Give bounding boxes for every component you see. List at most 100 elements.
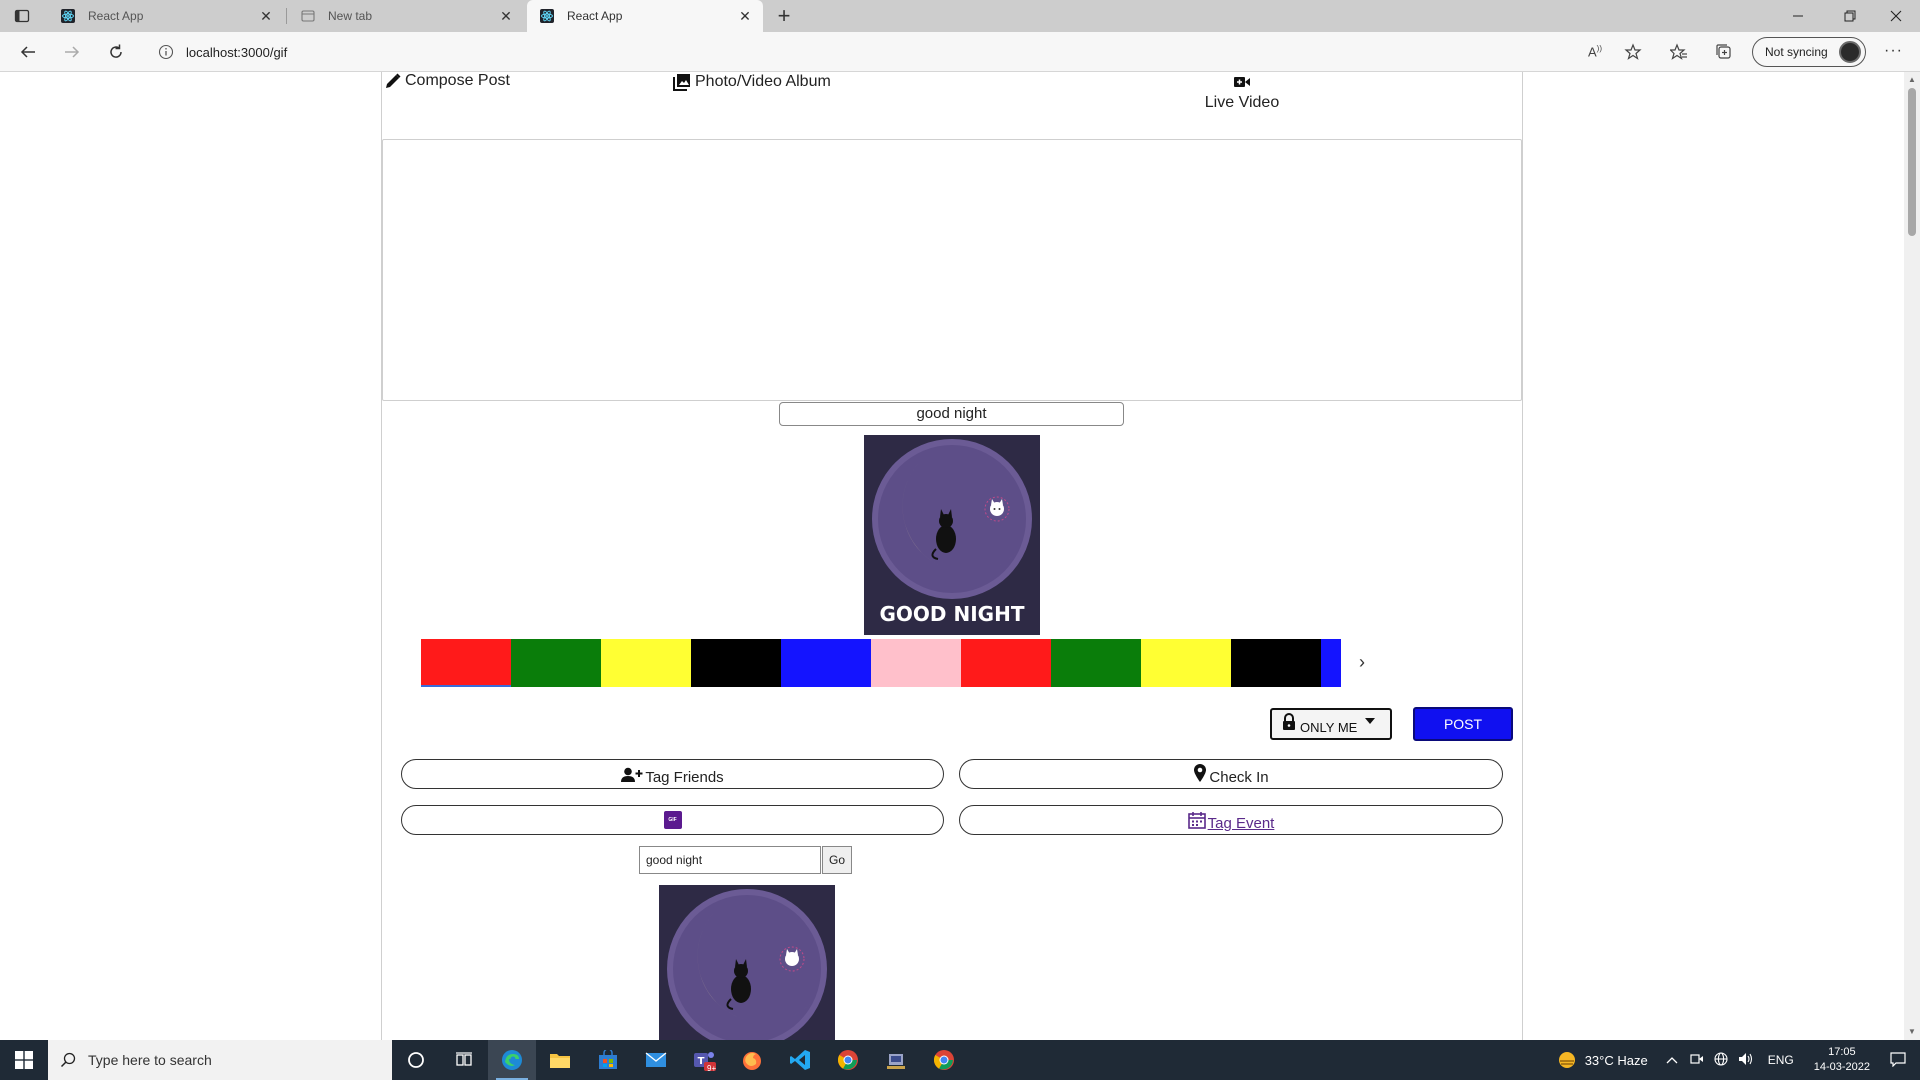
lock-icon: [1283, 713, 1295, 730]
add-favorite-icon[interactable]: [1624, 43, 1642, 66]
gif-caption-input[interactable]: good night: [779, 402, 1124, 426]
selected-gif-image[interactable]: GOOD NIGHT: [864, 435, 1040, 635]
live-video-option[interactable]: Live Video: [1202, 75, 1282, 112]
compose-post-option[interactable]: Compose Post: [384, 72, 510, 90]
good-night-cat-moon-result-image: [659, 885, 835, 1040]
url-text[interactable]: localhost:3000/gif: [186, 45, 287, 60]
page-viewport: Compose Post Photo/Video Album Live Vide…: [0, 72, 1904, 1040]
privacy-dropdown[interactable]: ONLY ME: [1270, 708, 1392, 740]
color-swatch[interactable]: [511, 639, 601, 687]
scroll-up-icon[interactable]: ▲: [1907, 75, 1917, 85]
refresh-icon: [110, 44, 122, 58]
gif-search-result[interactable]: [659, 885, 835, 1040]
user-plus-icon: [621, 767, 643, 782]
show-hidden-icons-icon[interactable]: [1666, 1053, 1678, 1067]
color-swatch[interactable]: [1141, 639, 1231, 687]
teams-icon[interactable]: T 9+: [680, 1040, 728, 1080]
minimize-icon[interactable]: [1790, 8, 1806, 29]
check-in-button[interactable]: Check In: [959, 759, 1503, 789]
post-button[interactable]: POST: [1413, 707, 1513, 741]
privacy-label: ONLY ME: [1300, 719, 1358, 735]
map-pin-icon: [1194, 764, 1207, 782]
restore-icon[interactable]: [1842, 8, 1858, 29]
search-icon: [60, 1052, 76, 1068]
task-view-icon[interactable]: [440, 1040, 488, 1080]
start-button[interactable]: [0, 1040, 48, 1080]
input-language[interactable]: ENG: [1768, 1053, 1794, 1067]
close-tab-icon[interactable]: ✕: [498, 8, 514, 24]
color-swatch[interactable]: [601, 639, 691, 687]
color-swatch[interactable]: [1051, 639, 1141, 687]
more-options-icon[interactable]: ···: [1884, 42, 1903, 60]
color-swatch[interactable]: [1321, 639, 1341, 687]
firefox-icon[interactable]: [728, 1040, 776, 1080]
color-swatch[interactable]: [421, 639, 511, 687]
cortana-icon[interactable]: [392, 1040, 440, 1080]
color-swatch[interactable]: [871, 639, 961, 687]
caret-down-icon: [1365, 718, 1376, 724]
clock[interactable]: 17:05 14-03-2022: [1814, 1045, 1870, 1075]
swatch-next-arrow[interactable]: ›: [1355, 652, 1369, 673]
color-swatch[interactable]: [781, 639, 871, 687]
weather-icon[interactable]: [1557, 1050, 1577, 1070]
tag-friends-button[interactable]: Tag Friends: [401, 759, 944, 789]
tab-react-app-1[interactable]: React App ✕: [48, 0, 284, 32]
info-icon[interactable]: [158, 44, 174, 60]
microsoft-store-icon[interactable]: [584, 1040, 632, 1080]
file-explorer-icon[interactable]: [536, 1040, 584, 1080]
system-tray: 33°C Haze ENG 17:05 14-03-2022: [1557, 1040, 1920, 1080]
scrollbar-thumb[interactable]: [1908, 88, 1916, 236]
read-aloud-icon[interactable]: A)): [1588, 44, 1602, 59]
notifications-icon[interactable]: [1890, 1051, 1906, 1070]
profile-sync-button[interactable]: Not syncing: [1752, 37, 1866, 67]
back-button[interactable]: [14, 38, 42, 66]
mail-icon[interactable]: [632, 1040, 680, 1080]
close-tab-icon[interactable]: ✕: [737, 8, 753, 24]
photo-album-icon: [673, 74, 690, 91]
favorites-icon[interactable]: [1669, 43, 1688, 66]
new-tab-button[interactable]: +: [772, 4, 796, 28]
chrome-icon[interactable]: [824, 1040, 872, 1080]
tab-new-tab[interactable]: New tab ✕: [288, 0, 524, 32]
good-night-cat-moon-image: GOOD NIGHT: [864, 435, 1040, 635]
new-tab-page-icon: [300, 8, 316, 24]
chrome-profile-icon[interactable]: [920, 1040, 968, 1080]
collections-icon[interactable]: [1715, 43, 1733, 66]
close-window-icon[interactable]: [1888, 8, 1904, 29]
forward-button[interactable]: [58, 38, 86, 66]
post-composer-card: Compose Post Photo/Video Album Live Vide…: [381, 72, 1523, 1040]
volume-icon[interactable]: [1738, 1052, 1754, 1069]
close-tab-icon[interactable]: ✕: [258, 8, 274, 24]
address-bar[interactable]: localhost:3000/gif: [146, 36, 1636, 68]
refresh-button[interactable]: [102, 38, 130, 66]
page-scrollbar[interactable]: ▲ ▼: [1904, 72, 1920, 1040]
color-swatch[interactable]: [691, 639, 781, 687]
taskbar-search-placeholder: Type here to search: [88, 1052, 212, 1068]
color-swatch[interactable]: [1231, 639, 1321, 687]
taskbar-search-box[interactable]: Type here to search: [48, 1040, 392, 1080]
pencil-icon: [386, 73, 401, 88]
edge-taskbar-icon[interactable]: [488, 1040, 536, 1080]
photo-video-album-option[interactable]: Photo/Video Album: [672, 72, 831, 92]
photo-video-album-label: Photo/Video Album: [695, 73, 831, 90]
vscode-icon[interactable]: [776, 1040, 824, 1080]
tab-react-app-active[interactable]: React App ✕: [527, 0, 763, 32]
meet-now-icon[interactable]: [1690, 1052, 1704, 1069]
forward-arrow-icon: [65, 46, 80, 58]
calendar-icon: [1187, 812, 1206, 829]
tab-actions-icon[interactable]: [14, 8, 30, 29]
tag-event-button[interactable]: Tag Event: [959, 805, 1503, 835]
network-tool-icon[interactable]: [872, 1040, 920, 1080]
gif-search-go-button[interactable]: Go: [822, 846, 852, 874]
color-swatch[interactable]: [961, 639, 1051, 687]
gif-search-input[interactable]: good night: [639, 846, 821, 874]
browser-toolbar: localhost:3000/gif A)) Not syncing ···: [0, 32, 1920, 72]
weather-text[interactable]: 33°C Haze: [1585, 1053, 1648, 1068]
tab-label: React App: [88, 9, 144, 23]
selected-swatch-indicator: [421, 685, 511, 687]
post-text-editor[interactable]: [382, 139, 1522, 401]
scroll-down-icon[interactable]: ▼: [1907, 1027, 1917, 1037]
gif-button[interactable]: GIF: [401, 805, 944, 835]
network-globe-icon[interactable]: [1714, 1051, 1728, 1069]
windows-logo-icon: [15, 1051, 33, 1069]
